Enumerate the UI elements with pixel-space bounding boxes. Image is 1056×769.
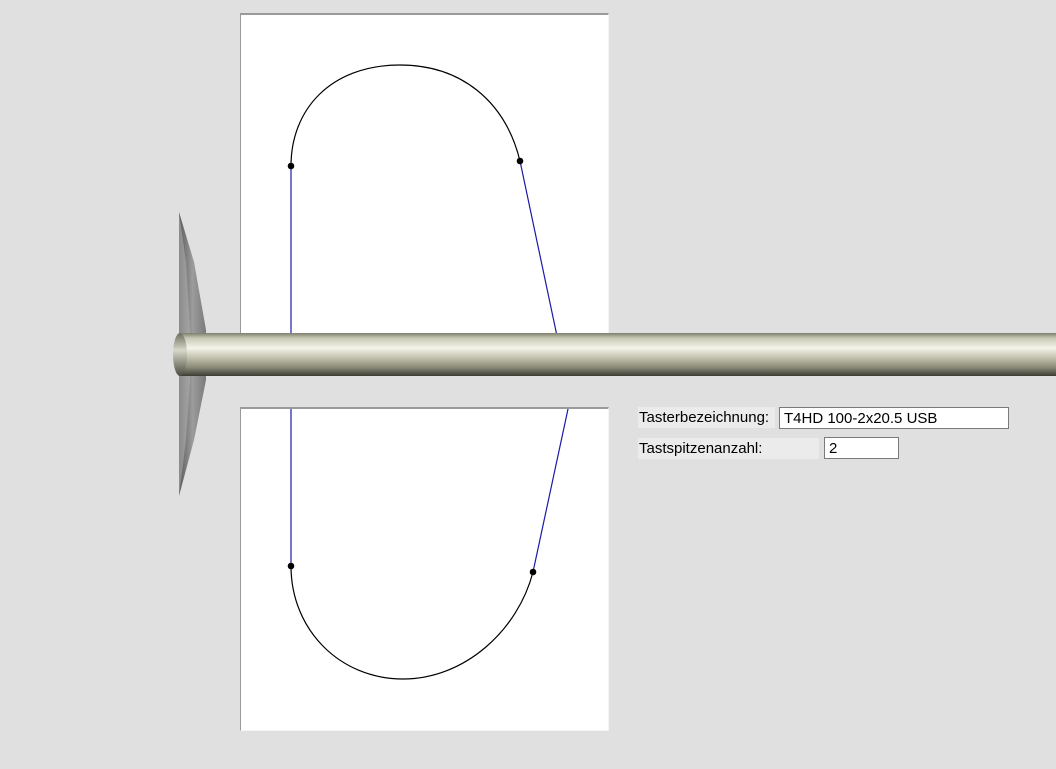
upper-right-contour-point (516, 157, 524, 165)
lower-right-contour-point (529, 568, 537, 576)
tip-count-input[interactable] (824, 437, 899, 459)
probe-shaft-end-cap (173, 333, 187, 376)
tip-count-label: Tastspitzenanzahl: (638, 438, 819, 459)
lower-left-contour-point (287, 562, 295, 570)
probe-scene (173, 64, 1056, 680)
lower-stylus-right-line (532, 408, 569, 573)
upper-stylus-right-line (519, 160, 558, 337)
upper-stylus-arc (290, 64, 521, 167)
probe-shaft (180, 333, 1056, 376)
probe-name-input[interactable] (779, 407, 1009, 429)
lower-stylus-arc (290, 565, 534, 680)
probe-name-label: Tasterbezeichnung: (638, 407, 775, 428)
upper-left-contour-point (287, 162, 295, 170)
